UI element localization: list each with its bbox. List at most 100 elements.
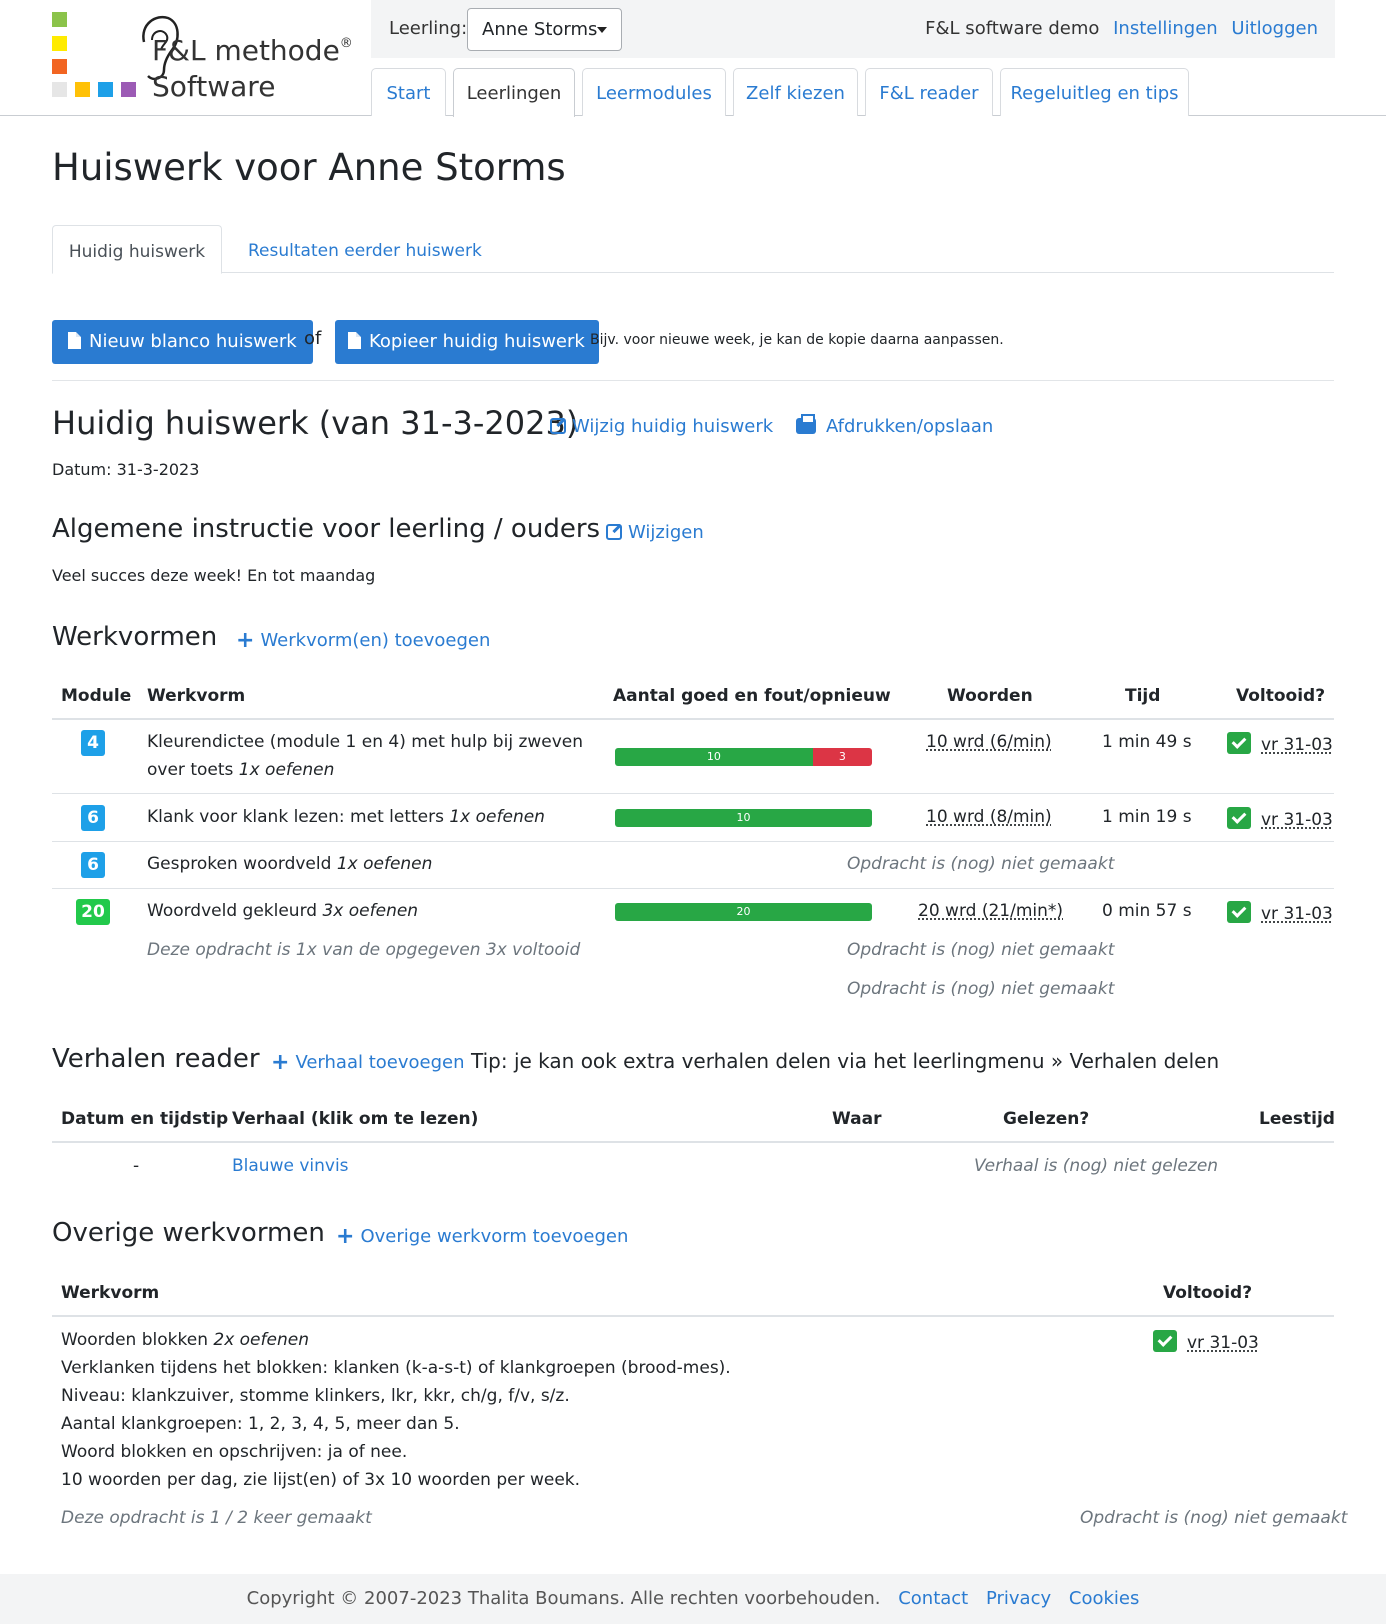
progress-note: Deze opdracht is 1 / 2 keer gemaakt <box>61 1508 372 1528</box>
add-overige-link[interactable]: + Overige werkvorm toevoegen <box>336 1224 628 1249</box>
overige-freq: 2x oefenen <box>213 1330 309 1350</box>
contact-link[interactable]: Contact <box>898 1588 968 1609</box>
print-link[interactable]: Afdrukken/opslaan <box>796 414 993 437</box>
werkvorm-name-line2: over toets <box>147 760 239 780</box>
page-title: Huiswerk voor Anne Storms <box>52 146 566 189</box>
brand-subtitle: Software <box>152 70 276 103</box>
tab-start[interactable]: Start <box>371 68 446 116</box>
status-text: Opdracht is (nog) niet gemaakt <box>847 854 1115 874</box>
overige-name: Woorden blokken 2x oefenen <box>61 1330 309 1350</box>
logo-square <box>98 82 113 97</box>
module-badge: 6 <box>81 805 105 831</box>
overige-name-text: Woorden blokken <box>61 1330 214 1350</box>
brand-name: F&L methode® <box>152 34 353 67</box>
header: F&L methode® Software Leerling: Anne Sto… <box>0 0 1386 117</box>
good-segment: 10 <box>615 748 813 766</box>
col-woorden: Woorden <box>947 686 1033 706</box>
tab-regeluitleg[interactable]: Regeluitleg en tips <box>1000 68 1189 116</box>
student-select[interactable]: Anne Storms <box>467 8 622 51</box>
words-value: 20 wrd (21/min*) <box>918 901 1064 921</box>
progress-note: Deze opdracht is 1x van de opgegeven 3x … <box>147 940 581 960</box>
col-aantal: Aantal goed en fout/opnieuw <box>613 686 891 706</box>
col-datum: Datum en tijdstip <box>61 1109 229 1129</box>
score-bar: 10 3 <box>615 748 872 766</box>
status-text: Opdracht is (nog) niet gemaakt <box>847 940 1115 960</box>
werkvorm-name-cont: over toets 1x oefenen <box>147 760 334 780</box>
logo[interactable]: F&L methode® Software <box>52 12 353 104</box>
row-rule <box>52 793 1334 794</box>
logout-link[interactable]: Uitloggen <box>1231 18 1318 39</box>
table-header-rule <box>52 718 1334 720</box>
tab-leermodules[interactable]: Leermodules <box>582 68 726 116</box>
privacy-link[interactable]: Privacy <box>986 1588 1051 1609</box>
chevron-down-icon <box>597 27 607 33</box>
edit-instruction-link[interactable]: Wijzigen <box>606 522 704 543</box>
col-voltooid: Voltooid? <box>1163 1283 1253 1303</box>
plus-icon: + <box>336 1224 355 1249</box>
score-bar: 20 <box>615 903 872 921</box>
done-status: vr 31-03 <box>1227 901 1333 924</box>
tab-fl-reader[interactable]: F&L reader <box>865 68 993 116</box>
werkvorm-name: Gesproken woordveld 1x oefenen <box>147 854 432 874</box>
done-date: vr 31-03 <box>1261 810 1333 830</box>
col-tijd: Tijd <box>1125 686 1161 706</box>
werkvorm-name-text: Woordveld gekleurd <box>147 901 323 921</box>
homework-date: Datum: 31-3-2023 <box>52 460 200 479</box>
check-icon <box>1227 901 1251 923</box>
footer: Copyright © 2007-2023 Thalita Boumans. A… <box>0 1574 1386 1624</box>
copy-homework-button[interactable]: Kopieer huidig huiswerk <box>335 320 599 364</box>
add-story-link[interactable]: + Verhaal toevoegen <box>271 1050 465 1075</box>
module-badge: 6 <box>81 852 105 878</box>
overige-detail: Woord blokken en opschrijven: ja of nee. <box>61 1442 408 1462</box>
done-date: vr 31-03 <box>1187 1333 1259 1353</box>
new-blank-label: Nieuw blanco huiswerk <box>89 331 297 352</box>
copy-label: Kopieer huidig huiswerk <box>369 331 585 352</box>
col-verhaal: Verhaal (klik om te lezen) <box>232 1109 479 1129</box>
tab-zelf-kiezen[interactable]: Zelf kiezen <box>733 68 858 116</box>
werkvorm-freq: 3x oefenen <box>322 901 419 921</box>
reader-title: Verhalen reader <box>52 1044 260 1074</box>
status-text: Opdracht is (nog) niet gemaakt <box>847 979 1115 999</box>
done-date: vr 31-03 <box>1261 904 1333 924</box>
add-werkvorm-label: Werkvorm(en) toevoegen <box>260 630 491 651</box>
status-text: Opdracht is (nog) niet gemaakt <box>1080 1508 1348 1528</box>
time-value: 0 min 57 s <box>1102 901 1192 921</box>
copy-hint: Bijv. voor nieuwe week, je kan de kopie … <box>590 332 1004 348</box>
cookies-link[interactable]: Cookies <box>1069 1588 1139 1609</box>
logo-square <box>52 82 67 97</box>
logo-square <box>52 36 67 51</box>
settings-link[interactable]: Instellingen <box>1113 18 1218 39</box>
werkvorm-freq: 1x oefenen <box>336 854 433 874</box>
werkvorm-name: Klank voor klank lezen: met letters 1x o… <box>147 807 545 827</box>
col-module: Module <box>61 686 132 706</box>
tab-previous-results[interactable]: Resultaten eerder huiswerk <box>248 225 482 274</box>
file-icon <box>68 332 81 349</box>
time-value: 1 min 19 s <box>1102 807 1192 827</box>
tab-current-homework[interactable]: Huidig huiswerk <box>52 225 222 274</box>
story-link[interactable]: Blauwe vinvis <box>232 1156 349 1176</box>
werkvorm-name-text: Klank voor klank lezen: met letters <box>147 807 450 827</box>
logo-square <box>52 12 67 27</box>
logo-square <box>75 82 90 97</box>
account-links: F&L software demo Instellingen Uitloggen <box>917 18 1318 39</box>
done-status: vr 31-03 <box>1227 807 1333 830</box>
col-werkvorm: Werkvorm <box>61 1283 160 1303</box>
check-icon <box>1153 1330 1177 1352</box>
add-werkvorm-link[interactable]: + Werkvorm(en) toevoegen <box>236 628 490 653</box>
col-waar: Waar <box>832 1109 882 1129</box>
edit-homework-link[interactable]: Wijzig huidig huiswerk <box>550 416 773 437</box>
reader-tip: Tip: je kan ook extra verhalen delen via… <box>471 1049 1220 1073</box>
tab-leerlingen[interactable]: Leerlingen <box>453 68 575 117</box>
story-date: - <box>133 1156 140 1176</box>
overige-detail: Niveau: klankzuiver, stomme klinkers, lk… <box>61 1386 570 1406</box>
score-bar: 10 <box>615 809 872 827</box>
check-icon <box>1227 807 1251 829</box>
overige-detail: Verklanken tijdens het blokken: klanken … <box>61 1358 731 1378</box>
col-gelezen: Gelezen? <box>1003 1109 1090 1129</box>
col-werkvorm: Werkvorm <box>147 686 246 706</box>
add-overige-label: Overige werkvorm toevoegen <box>360 1226 629 1247</box>
student-select-value: Anne Storms <box>482 19 598 40</box>
done-status: vr 31-03 <box>1153 1330 1259 1353</box>
new-blank-homework-button[interactable]: Nieuw blanco huiswerk <box>52 320 313 364</box>
overige-detail: Aantal klankgroepen: 1, 2, 3, 4, 5, meer… <box>61 1414 460 1434</box>
